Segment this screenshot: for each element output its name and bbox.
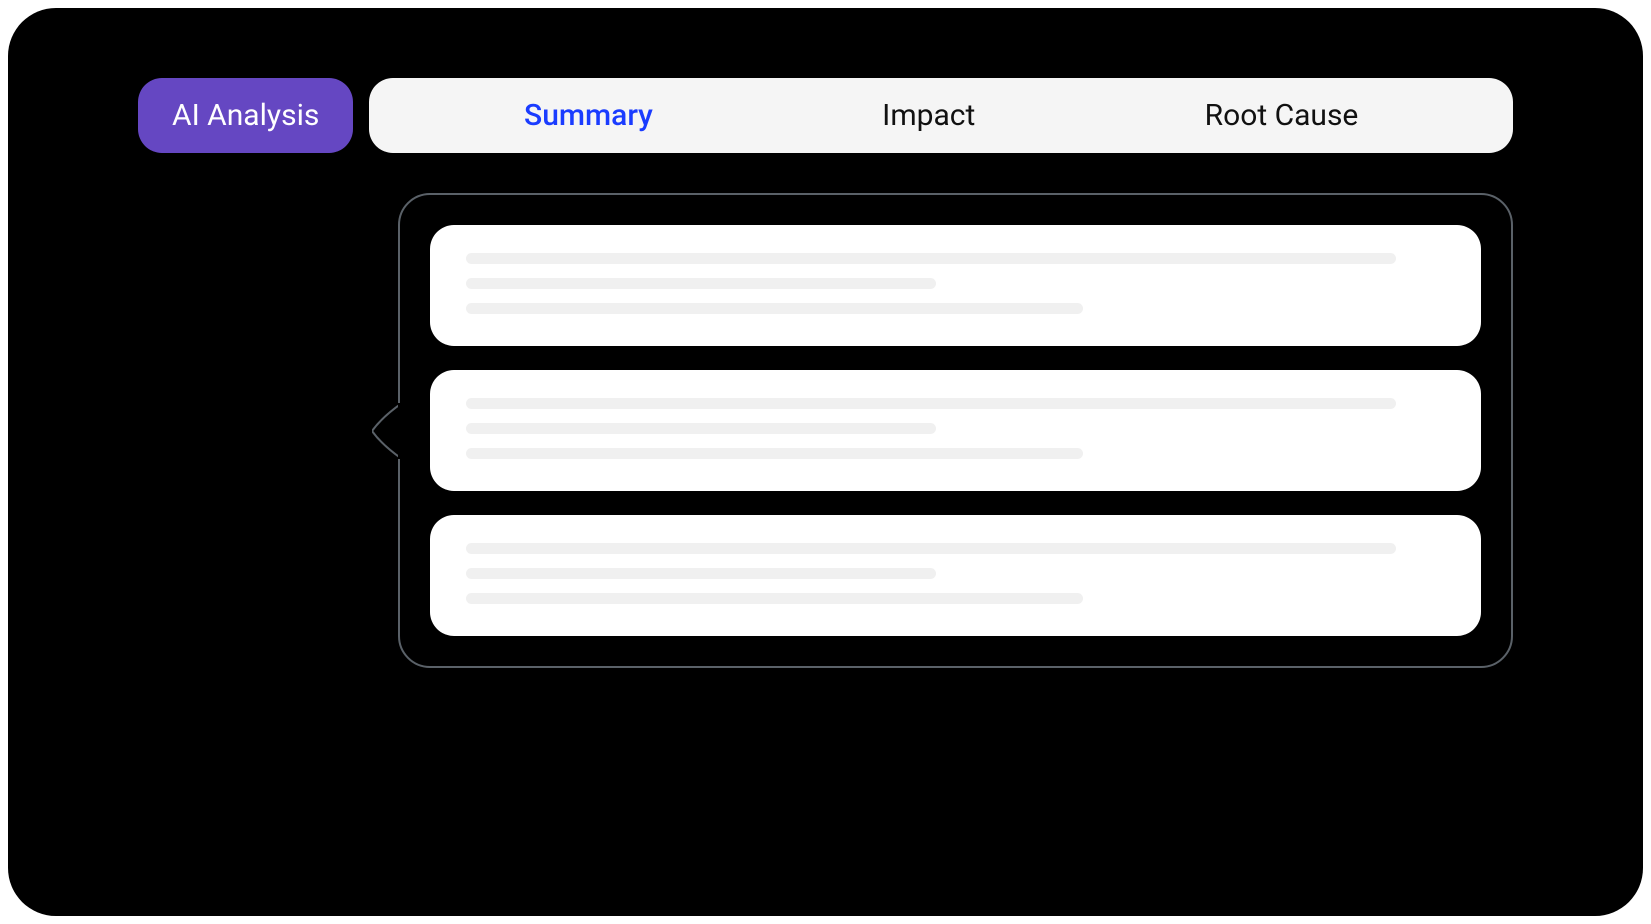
skeleton-line	[466, 593, 1083, 604]
skeleton-line	[466, 303, 1083, 314]
skeleton-line	[466, 543, 1396, 554]
content-area	[398, 193, 1513, 668]
tab-impact[interactable]: Impact	[882, 98, 975, 133]
summary-card	[430, 370, 1481, 491]
skeleton-line	[466, 568, 936, 579]
tabs-bar: Summary Impact Root Cause	[369, 78, 1513, 153]
app-frame: AI Analysis Summary Impact Root Cause	[8, 8, 1643, 916]
skeleton-line	[466, 253, 1396, 264]
ai-analysis-badge: AI Analysis	[138, 78, 353, 153]
summary-card	[430, 515, 1481, 636]
skeleton-line	[466, 448, 1083, 459]
skeleton-line	[466, 423, 936, 434]
speech-bubble-outline	[398, 193, 1513, 668]
tab-root-cause[interactable]: Root Cause	[1205, 98, 1359, 133]
speech-tail-icon	[372, 403, 402, 459]
tab-summary[interactable]: Summary	[524, 98, 653, 133]
header-row: AI Analysis Summary Impact Root Cause	[138, 78, 1513, 153]
skeleton-line	[466, 278, 936, 289]
summary-card	[430, 225, 1481, 346]
skeleton-line	[466, 398, 1396, 409]
